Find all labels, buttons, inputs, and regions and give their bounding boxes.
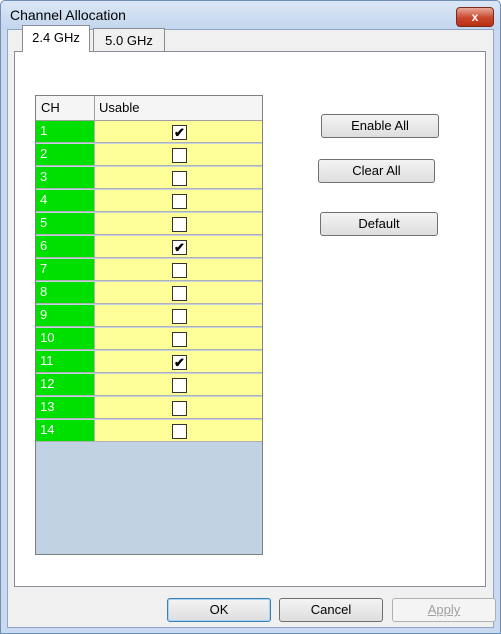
usable-cell[interactable] — [95, 282, 262, 304]
usable-cell[interactable] — [95, 167, 262, 189]
cancel-button[interactable]: Cancel — [279, 598, 383, 622]
channel-number-cell: 4 — [36, 190, 95, 212]
column-header-usable[interactable]: Usable — [99, 100, 139, 115]
usable-checkbox[interactable] — [172, 286, 187, 301]
table-row[interactable]: 5 — [36, 213, 262, 236]
usable-checkbox[interactable]: ✔ — [172, 355, 187, 370]
usable-cell[interactable] — [95, 190, 262, 212]
tab-5-0-ghz[interactable]: 5.0 GHz — [93, 28, 165, 52]
usable-cell[interactable] — [95, 305, 262, 327]
table-row[interactable]: 8 — [36, 282, 262, 305]
table-row[interactable]: 6 ✔ — [36, 236, 262, 259]
channel-number-cell: 8 — [36, 282, 95, 304]
channel-number-cell: 11 — [36, 351, 95, 373]
close-icon[interactable]: x — [456, 7, 494, 27]
usable-checkbox[interactable] — [172, 401, 187, 416]
grid-header: CH Usable — [36, 96, 262, 121]
usable-cell[interactable]: ✔ — [95, 351, 262, 373]
channel-number-cell: 9 — [36, 305, 95, 327]
usable-cell[interactable]: ✔ — [95, 121, 262, 143]
usable-checkbox[interactable] — [172, 332, 187, 347]
checkmark-icon: ✔ — [174, 240, 185, 255]
default-button[interactable]: Default — [320, 212, 438, 236]
channel-number-cell: 1 — [36, 121, 95, 143]
channel-grid: CH Usable 1 ✔ 2 3 4 5 6 ✔ 7 8 9 10 11 ✔ 12 13 14 — [35, 95, 263, 555]
usable-checkbox[interactable] — [172, 171, 187, 186]
table-row[interactable]: 12 — [36, 374, 262, 397]
channel-number-cell: 6 — [36, 236, 95, 258]
usable-cell[interactable]: ✔ — [95, 236, 262, 258]
clear-all-button[interactable]: Clear All — [318, 159, 435, 183]
usable-cell[interactable] — [95, 328, 262, 350]
tab-2-4-ghz[interactable]: 2.4 GHz — [22, 25, 90, 52]
apply-button[interactable]: Apply — [392, 598, 496, 622]
usable-cell[interactable] — [95, 259, 262, 281]
channel-number-cell: 7 — [36, 259, 95, 281]
checkmark-icon: ✔ — [174, 125, 185, 140]
channel-number-cell: 2 — [36, 144, 95, 166]
channel-number-cell: 10 — [36, 328, 95, 350]
table-row[interactable]: 3 — [36, 167, 262, 190]
usable-cell[interactable] — [95, 144, 262, 166]
usable-checkbox[interactable]: ✔ — [172, 240, 187, 255]
usable-checkbox[interactable] — [172, 378, 187, 393]
table-row[interactable]: 1 ✔ — [36, 121, 262, 144]
table-row[interactable]: 13 — [36, 397, 262, 420]
table-row[interactable]: 4 — [36, 190, 262, 213]
window-title: Channel Allocation — [10, 7, 126, 23]
channel-number-cell: 12 — [36, 374, 95, 396]
table-row[interactable]: 10 — [36, 328, 262, 351]
usable-checkbox[interactable] — [172, 148, 187, 163]
table-row[interactable]: 2 — [36, 144, 262, 167]
apply-label: Apply — [427, 602, 461, 617]
column-header-ch[interactable]: CH — [41, 100, 60, 115]
channel-number-cell: 5 — [36, 213, 95, 235]
usable-cell[interactable] — [95, 397, 262, 419]
channel-number-cell: 14 — [36, 420, 95, 442]
table-row[interactable]: 7 — [36, 259, 262, 282]
checkmark-icon: ✔ — [174, 355, 185, 370]
channel-number-cell: 3 — [36, 167, 95, 189]
table-row[interactable]: 9 — [36, 305, 262, 328]
usable-checkbox[interactable] — [172, 309, 187, 324]
usable-cell[interactable] — [95, 374, 262, 396]
channel-number-cell: 13 — [36, 397, 95, 419]
usable-checkbox[interactable] — [172, 217, 187, 232]
enable-all-button[interactable]: Enable All — [321, 114, 439, 138]
usable-checkbox[interactable] — [172, 263, 187, 278]
table-row[interactable]: 11 ✔ — [36, 351, 262, 374]
ok-button[interactable]: OK — [167, 598, 271, 622]
usable-checkbox[interactable] — [172, 194, 187, 209]
usable-checkbox[interactable] — [172, 424, 187, 439]
usable-cell[interactable] — [95, 213, 262, 235]
table-row[interactable]: 14 — [36, 420, 262, 443]
usable-checkbox[interactable]: ✔ — [172, 125, 187, 140]
column-divider[interactable] — [94, 96, 95, 120]
usable-cell[interactable] — [95, 420, 262, 442]
